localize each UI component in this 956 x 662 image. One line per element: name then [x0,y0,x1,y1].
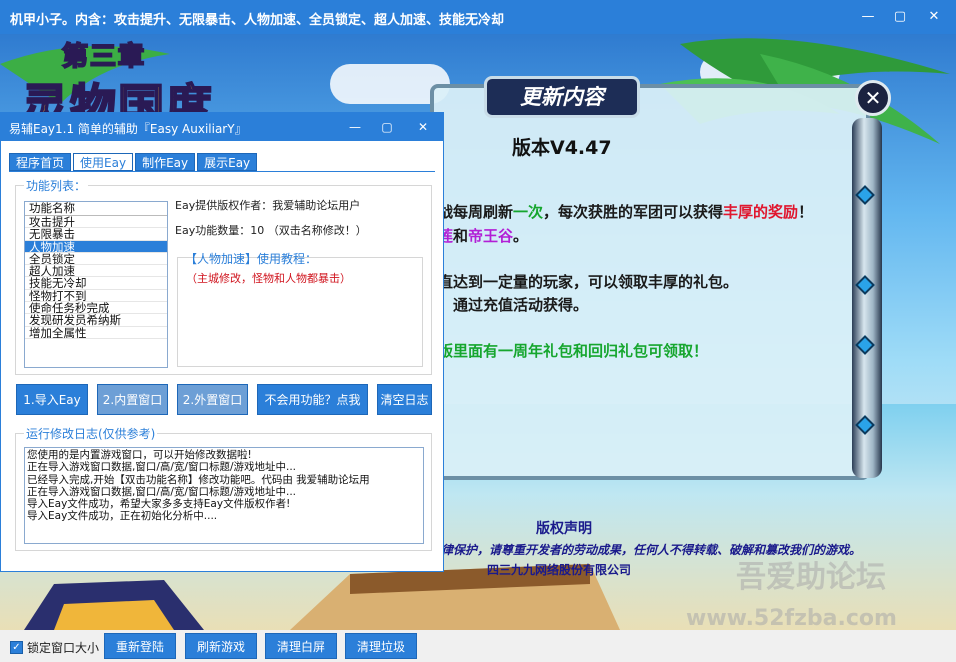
maximize-button[interactable]: ▢ [888,6,912,28]
log-textarea[interactable]: 您使用的是内置游戏窗口，可以开始修改数据啦! 正在导入游戏窗口数据,窗口/高/宽… [24,447,424,544]
log-line: 已经导入完成,开始【双击功能名称】修改功能吧。代码由 我爱辅助论坛用 [27,473,370,486]
count-line: Eay功能数量：10 （双击名称修改！） [175,224,367,237]
clear-junk-button[interactable]: 清理垃圾 [345,633,417,659]
update-version: 版本V4.47 [512,137,612,159]
list-item[interactable]: 超人加速 [25,265,167,278]
list-item[interactable]: 无限暴击 [25,228,167,241]
clear-log-button[interactable]: 清空日志 [377,384,432,415]
update-line: ，通过充值活动获得。 [438,296,589,314]
watermark-forum: 吾爱助论坛 [736,560,886,595]
inner-window-button[interactable]: 2.内置窗口 [97,384,168,415]
tutorial-text: （主城修改，怪物和人物都暴击） [186,272,351,285]
relogin-button[interactable]: 重新登陆 [104,633,176,659]
author-line: Eay提供版权作者：我爱辅助论坛用户 [175,199,361,212]
list-item[interactable]: 怪物打不到 [25,290,167,303]
diamond-icon [855,415,875,435]
diamond-icon [855,275,875,295]
update-line: 莲和帝王谷。 [438,227,529,245]
list-item[interactable]: 技能无冷却 [25,277,167,290]
main-titlebar: 机甲小子。内含：攻击提升、无限暴击、人物加速、全员锁定、超人加速、技能无冷却 —… [0,0,956,34]
bottom-toolbar: ✓ 锁定窗口大小 重新登陆 刷新游戏 清理白屏 清理垃圾 [0,630,956,662]
import-eay-button[interactable]: 1.导入Eay [16,384,88,415]
help-button[interactable]: 不会用功能？点我 [257,384,368,415]
update-line: 直达到一定量的玩家，可以领取丰厚的礼包。 [438,273,739,291]
list-item[interactable]: 发现研发员希纳斯 [25,314,167,327]
diamond-icon [855,185,875,205]
copyright-company: 四三九九网络股份有限公司 [487,563,632,577]
list-item[interactable]: 使命任务秒完成 [25,302,167,315]
lock-window-checkbox-wrap[interactable]: ✓ 锁定窗口大小 [10,639,99,656]
watermark-url: www.52fzba.com [686,606,897,631]
function-list-header: 功能名称 [25,202,167,216]
outer-window-button[interactable]: 2.外置窗口 [177,384,248,415]
inner-window-title: 易辅Eay1.1 简单的辅助『Easy AuxiliarY』 [9,122,247,136]
tutorial-title: 【人物加速】使用教程： [185,252,318,266]
chest-decoration-icon [24,580,204,630]
copyright-title: 版权声明 [536,521,592,537]
function-list[interactable]: 功能名称 攻击提升 无限暴击 人物加速 全员锁定 超人加速 技能无冷却 怪物打不… [24,201,168,368]
inner-titlebar: 易辅Eay1.1 简单的辅助『Easy AuxiliarY』 — ▢ ✕ [1,113,443,141]
main-window-title: 机甲小子。内含：攻击提升、无限暴击、人物加速、全员锁定、超人加速、技能无冷却 [10,13,505,28]
log-label: 运行修改日志(仅供参考) [24,425,158,442]
update-line: 战每周刷新一次，每次获胜的军团可以获得丰厚的奖励！ [438,203,814,221]
update-close-button[interactable]: ✕ [855,80,891,116]
clear-white-screen-button[interactable]: 清理白屏 [265,633,337,659]
tab-bar: 程序首页 使用Eay 制作Eay 展示Eay [9,153,259,171]
function-list-label: 功能列表： [24,177,89,194]
chapter-logo: 第三章 [61,41,147,73]
inner-close-button[interactable]: ✕ [413,117,433,137]
checkbox-checked-icon[interactable]: ✓ [10,641,23,654]
tab-divider [9,171,435,172]
minimize-button[interactable]: — [856,6,880,28]
tab-use-eay[interactable]: 使用Eay [73,153,134,171]
log-line: 正在导入游戏窗口数据,窗口/高/宽/窗口标题/游戏地址中... [27,485,296,498]
refresh-game-button[interactable]: 刷新游戏 [185,633,257,659]
close-button[interactable]: ✕ [922,6,946,28]
tab-home[interactable]: 程序首页 [9,153,72,171]
lock-window-label[interactable]: 锁定窗口大小 [27,639,99,656]
tab-show-eay[interactable]: 展示Eay [197,153,258,171]
inner-maximize-button[interactable]: ▢ [377,117,397,137]
log-line: 正在导入游戏窗口数据,窗口/高/宽/窗口标题/游戏地址中... [27,461,296,474]
easy-auxiliary-window: 易辅Eay1.1 简单的辅助『Easy AuxiliarY』 — ▢ ✕ 程序首… [0,112,444,572]
list-item[interactable]: 增加全属性 [25,327,167,339]
update-line: 版里面有一周年礼包和回归礼包可领取！ [438,342,709,360]
log-line: 导入Eay文件成功，正在初始化分析中.... [27,510,218,523]
list-item[interactable]: 攻击提升 [25,216,167,229]
update-panel-header: 更新内容 [484,76,640,118]
diamond-icon [855,335,875,355]
log-line: 您使用的是内置游戏窗口，可以开始修改数据啦! [27,449,252,461]
list-item[interactable]: 全员锁定 [25,253,167,266]
list-item-selected[interactable]: 人物加速 [25,240,167,253]
tab-make-eay[interactable]: 制作Eay [135,153,196,171]
log-line: 导入Eay文件成功，希望大家多多支持Eay文件版权作者! [27,498,291,511]
inner-minimize-button[interactable]: — [345,117,365,137]
panel-pillar [852,118,882,478]
